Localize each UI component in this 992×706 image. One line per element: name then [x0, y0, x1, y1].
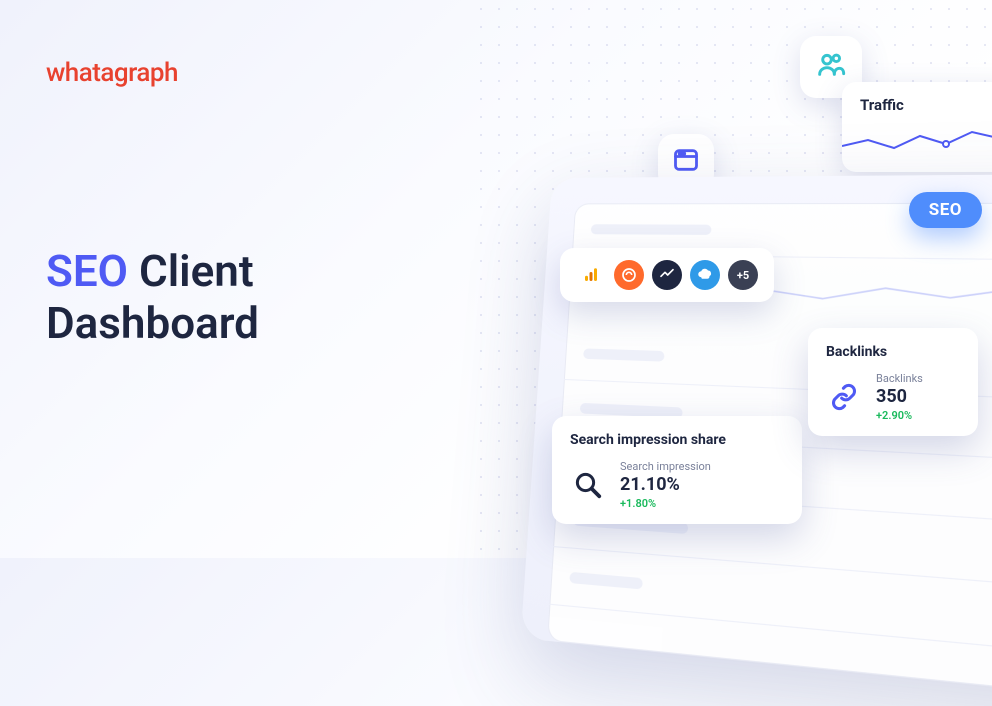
traffic-title: Traffic	[860, 96, 992, 114]
people-icon	[815, 49, 847, 85]
integrations-row[interactable]: +5	[560, 248, 774, 302]
integration-salesforce-icon[interactable]	[690, 260, 720, 290]
traffic-sparkline	[842, 126, 992, 162]
backlinks-delta: +2.90%	[876, 409, 923, 422]
integration-messenger-icon[interactable]	[652, 260, 682, 290]
search-impression-card[interactable]: Search impression share Search impressio…	[552, 416, 802, 524]
search-impression-title: Search impression share	[570, 432, 784, 448]
search-impression-value: 21.10%	[620, 475, 711, 495]
backlinks-title: Backlinks	[826, 344, 960, 360]
page-heading: SEO Client Dashboard	[46, 246, 259, 350]
browser-icon	[672, 146, 700, 178]
seo-pill[interactable]: SEO	[909, 192, 982, 228]
search-impression-sub: Search impression	[620, 460, 711, 473]
traffic-card[interactable]: Traffic	[842, 82, 992, 172]
integration-semrush-icon[interactable]	[614, 260, 644, 290]
magnifier-icon	[570, 467, 606, 503]
integration-more-badge[interactable]: +5	[728, 260, 758, 290]
integration-google-analytics-icon[interactable]	[576, 260, 606, 290]
backlinks-sub: Backlinks	[876, 372, 923, 385]
backlinks-card[interactable]: Backlinks Backlinks 350 +2.90%	[808, 328, 978, 436]
search-impression-delta: +1.80%	[620, 497, 711, 510]
heading-accent: SEO	[46, 245, 128, 297]
brand-logo: whatagraph	[46, 58, 178, 88]
backlinks-value: 350	[876, 387, 923, 407]
link-icon	[826, 379, 862, 415]
